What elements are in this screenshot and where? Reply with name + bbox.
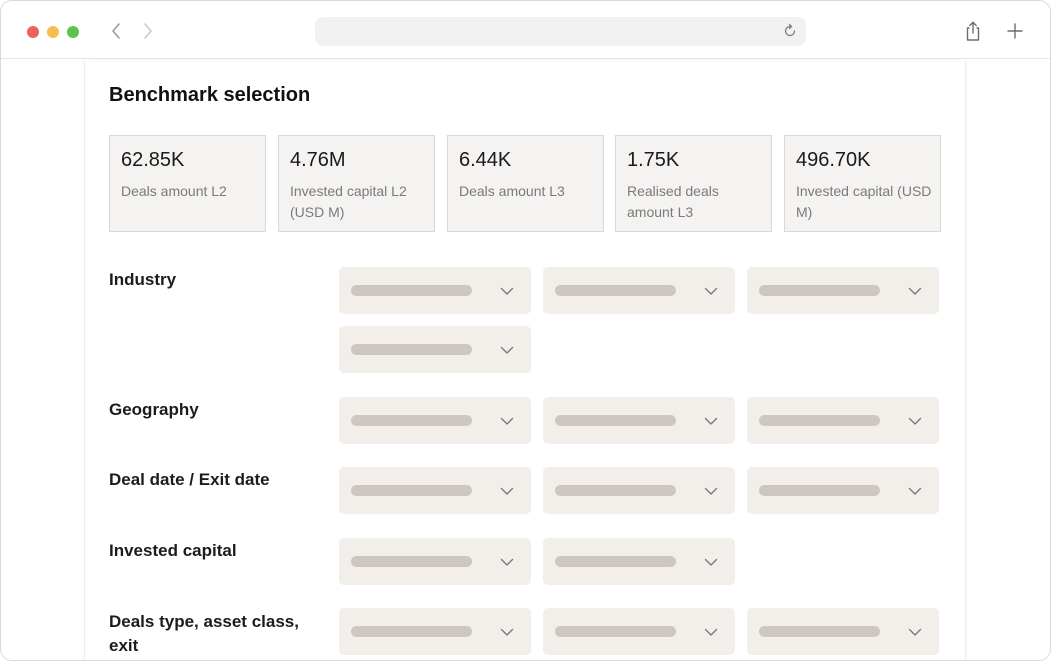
plus-icon[interactable] (1005, 21, 1025, 41)
geography-dropdown[interactable] (747, 397, 939, 444)
chevron-down-icon (908, 628, 922, 636)
chevron-down-icon (704, 628, 718, 636)
stat-value: 1.75K (627, 149, 680, 171)
page-content: Benchmark selection 62.85K Deals amount … (1, 60, 1050, 660)
placeholder-bar (351, 415, 472, 426)
chevron-down-icon (704, 287, 718, 295)
benchmark-card: Benchmark selection 62.85K Deals amount … (84, 60, 966, 660)
page-title: Benchmark selection (109, 84, 311, 106)
chevron-down-icon (500, 287, 514, 295)
chevron-down-icon (908, 417, 922, 425)
stat-card: 62.85K Deals amount L2 (109, 135, 266, 232)
stat-label: Deals amount L3 (459, 183, 565, 199)
minimize-window-button[interactable] (47, 26, 59, 38)
industry-dropdown[interactable] (339, 326, 531, 373)
stat-label: Invested capital (USD M) (796, 183, 932, 220)
stat-value: 496.70K (796, 149, 871, 171)
deal-date-dropdown[interactable] (543, 467, 735, 514)
placeholder-bar (759, 485, 880, 496)
stat-label: Invested capital L2 (USD M) (290, 183, 407, 220)
industry-dropdown[interactable] (339, 267, 531, 314)
filter-label-deals-type: Deals type, asset class, exit (109, 612, 299, 655)
placeholder-bar (759, 415, 880, 426)
stat-card: 496.70K Invested capital (USD M) (784, 135, 941, 232)
stat-label: Realised deals amount L3 (627, 183, 719, 220)
deal-date-dropdown[interactable] (747, 467, 939, 514)
placeholder-bar (351, 285, 472, 296)
stat-card: 1.75K Realised deals amount L3 (615, 135, 772, 232)
stat-card: 6.44K Deals amount L3 (447, 135, 604, 232)
geography-dropdown[interactable] (543, 397, 735, 444)
chevron-left-icon (112, 23, 120, 39)
chevron-down-icon (704, 487, 718, 495)
placeholder-bar (759, 626, 880, 637)
geography-dropdown[interactable] (339, 397, 531, 444)
chevron-right-icon (144, 23, 152, 39)
placeholder-bar (555, 556, 676, 567)
placeholder-bar (555, 626, 676, 637)
stat-label: Deals amount L2 (121, 183, 227, 199)
chevron-down-icon (704, 417, 718, 425)
chevron-down-icon (908, 287, 922, 295)
chevron-down-icon (500, 628, 514, 636)
placeholder-bar (555, 415, 676, 426)
close-window-button[interactable] (27, 26, 39, 38)
deals-type-dropdown[interactable] (747, 608, 939, 655)
filter-label-industry: Industry (109, 270, 177, 289)
browser-toolbar (1, 1, 1050, 59)
industry-dropdown[interactable] (543, 267, 735, 314)
placeholder-bar (351, 344, 472, 355)
filter-label-geography: Geography (109, 400, 199, 419)
reload-icon[interactable] (782, 23, 798, 39)
stat-value: 6.44K (459, 149, 512, 171)
deals-type-dropdown[interactable] (543, 608, 735, 655)
placeholder-bar (351, 556, 472, 567)
deal-date-dropdown[interactable] (339, 467, 531, 514)
industry-dropdown[interactable] (747, 267, 939, 314)
placeholder-bar (351, 485, 472, 496)
chevron-down-icon (500, 346, 514, 354)
filter-label-invested-capital: Invested capital (109, 541, 237, 560)
back-button[interactable] (104, 18, 128, 44)
chevron-down-icon (908, 487, 922, 495)
invested-capital-dropdown[interactable] (339, 538, 531, 585)
chevron-down-icon (500, 487, 514, 495)
placeholder-bar (555, 285, 676, 296)
chevron-down-icon (500, 558, 514, 566)
stat-value: 4.76M (290, 149, 346, 171)
stat-card: 4.76M Invested capital L2 (USD M) (278, 135, 435, 232)
filter-label-deal-date: Deal date / Exit date (109, 470, 270, 489)
deals-type-dropdown[interactable] (339, 608, 531, 655)
browser-window: Benchmark selection 62.85K Deals amount … (0, 0, 1051, 661)
share-icon[interactable] (963, 20, 983, 42)
stat-value: 62.85K (121, 149, 185, 171)
maximize-window-button[interactable] (67, 26, 79, 38)
chevron-down-icon (500, 417, 514, 425)
address-bar[interactable] (315, 17, 806, 46)
placeholder-bar (351, 626, 472, 637)
forward-button[interactable] (136, 18, 160, 44)
placeholder-bar (759, 285, 880, 296)
placeholder-bar (555, 485, 676, 496)
chevron-down-icon (704, 558, 718, 566)
invested-capital-dropdown[interactable] (543, 538, 735, 585)
